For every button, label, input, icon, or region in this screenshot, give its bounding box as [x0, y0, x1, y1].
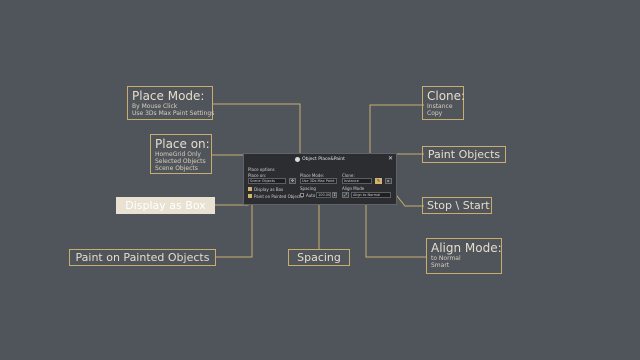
callout-spacing-title: Spacing	[297, 251, 341, 264]
callout-spacing: Spacing	[288, 249, 350, 266]
callout-display-as-box-title: Display as Box	[125, 199, 206, 212]
dialog-title-bar[interactable]: Object Place&Paint	[244, 154, 396, 165]
connector-paint-painted	[216, 199, 253, 258]
callout-place-on-title: Place on:	[155, 137, 210, 151]
object-place-paint-dialog: Object Place&Paint ✕ Place options Place…	[243, 153, 397, 205]
callout-paint-on-painted: Paint on Painted Objects	[69, 249, 216, 266]
callout-place-on-line: Scene Objects	[155, 165, 198, 172]
callout-clone: Clone: Instance Copy	[422, 86, 466, 120]
callout-place-on-line: Selected Objects	[155, 158, 206, 165]
auto-spacing-checkbox[interactable]	[300, 193, 304, 197]
callout-align-mode-title: Align Mode:	[431, 241, 502, 255]
callout-place-mode-line: By Mouse Click	[132, 103, 178, 110]
place-mode-select[interactable]: Use 3Ds Max Paint	[300, 178, 337, 184]
callout-clone-line: Copy	[427, 110, 443, 117]
align-mode-label: Align Mode	[342, 186, 365, 191]
callout-display-as-box: Display as Box	[116, 197, 215, 214]
paint-on-painted-checkbox[interactable]	[248, 194, 252, 198]
dialog-title: Object Place&Paint	[302, 157, 345, 162]
callout-stop-start-title: Stop \ Start	[427, 199, 490, 212]
place-on-select[interactable]: Scene Objects	[248, 178, 286, 184]
align-mode-select[interactable]: Align to Normal	[351, 192, 391, 198]
callout-paint-on-painted-title: Paint on Painted Objects	[75, 251, 210, 264]
paint-on-painted-label: Paint on Painted Objects	[254, 194, 303, 199]
place-on-pick-button[interactable]: ✣	[289, 178, 296, 184]
connector-place-on	[212, 154, 246, 178]
callout-place-on: Place on: HomeGrid Only Selected Objects…	[150, 134, 212, 174]
callout-align-mode-line: Smart	[431, 262, 450, 269]
display-as-box-label: Display as Box	[254, 187, 284, 192]
spacing-spinner[interactable]: ↕	[332, 192, 337, 198]
callout-clone-line: Instance	[427, 103, 453, 110]
display-as-box-checkbox[interactable]	[248, 187, 252, 191]
callout-stop-start: Stop \ Start	[422, 197, 492, 214]
paint-objects-button[interactable]: ✎	[375, 178, 382, 184]
callout-place-mode-title: Place Mode:	[132, 89, 205, 103]
callout-align-mode-line: to Normal	[431, 255, 461, 262]
callout-place-on-line: HomeGrid Only	[155, 151, 201, 158]
callout-clone-title: Clone:	[427, 89, 466, 103]
align-icon[interactable]: ⤢	[342, 192, 349, 198]
callout-align-mode: Align Mode: to Normal Smart	[426, 238, 502, 274]
callout-paint-objects: Paint Objects	[422, 146, 506, 163]
spacing-label: Spacing	[300, 186, 316, 191]
close-icon[interactable]: ✕	[388, 156, 393, 162]
callout-paint-objects-title: Paint Objects	[427, 148, 501, 161]
clone-select[interactable]: Instance	[342, 178, 372, 184]
app-logo-icon	[295, 157, 301, 162]
callout-place-mode: Place Mode: By Mouse Click Use 3Ds Max P…	[127, 86, 215, 120]
auto-label: Auto	[306, 193, 316, 198]
place-options-label: Place options	[248, 167, 275, 172]
callout-place-mode-line: Use 3Ds Max Paint Settings	[132, 110, 215, 117]
spacing-input[interactable]: 100.00	[316, 192, 331, 198]
stop-start-button[interactable]: ▸	[385, 178, 392, 184]
